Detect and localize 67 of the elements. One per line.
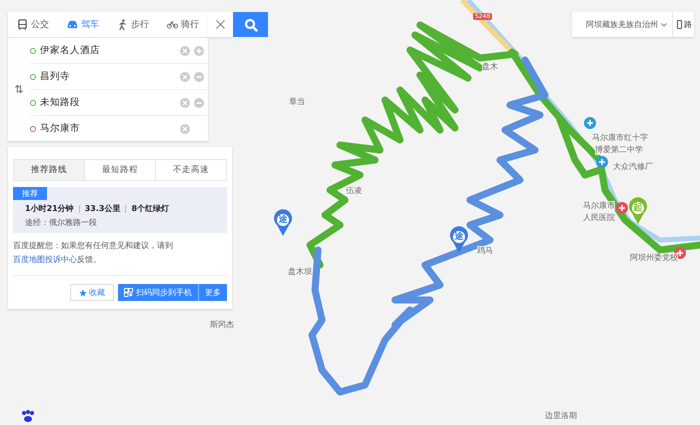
close-icon[interactable] [216, 20, 225, 29]
place-label: 斯冈杰 [210, 320, 234, 330]
swap-button[interactable]: ⇅ [8, 83, 30, 96]
route-duration: 1小时21分钟 [25, 203, 74, 214]
add-stop-icon[interactable] [194, 46, 204, 56]
route-card[interactable]: 推荐 1小时21分钟 33.3公里 8个红绿灯 途经：俄尔雅路一段 [13, 187, 227, 233]
stop-dot-icon [30, 74, 36, 80]
transport-tab[interactable]: 骑行 [158, 12, 208, 37]
route-distance: 33.3公里 [84, 203, 120, 214]
star-icon [79, 288, 87, 296]
poi-icon [616, 202, 628, 214]
remove-stop-icon[interactable] [194, 98, 204, 108]
poi-icon [584, 117, 596, 129]
stop-field[interactable]: 未知路段 [40, 96, 176, 109]
place-label: 马尔康市红十字 [592, 133, 648, 143]
map-pin-icon [450, 226, 468, 253]
map-pin-icon [629, 197, 647, 224]
place-label: 阿坝州委党校 [630, 253, 678, 263]
clear-icon[interactable] [180, 98, 190, 108]
route-tab[interactable]: 推荐路线 [14, 160, 84, 180]
stop-dot-icon [30, 100, 36, 106]
place-label: 盘木 [482, 62, 498, 72]
complaint-center-link[interactable]: 百度地图投诉中心 [13, 255, 77, 264]
stop-dot-icon [30, 48, 36, 54]
bus-icon [17, 19, 28, 30]
place-label: 盘木坝 [288, 267, 312, 277]
place-label: 马尔康市 [583, 201, 615, 211]
bicycle-icon [167, 19, 178, 30]
transport-tab[interactable]: 步行 [108, 12, 158, 37]
qr-code-icon [124, 288, 133, 297]
sync-to-phone-button[interactable]: 扫码同步到手机 [118, 284, 198, 301]
traffic-button[interactable]: 路 [673, 12, 694, 37]
map-pin-label: 途 [278, 214, 288, 226]
map-pin-label: 途 [454, 231, 464, 243]
recommend-badge: 推荐 [13, 187, 47, 200]
route-via: 途经：俄尔雅路一段 [24, 217, 98, 228]
traffic-light-count: 8个红绿灯 [131, 203, 170, 214]
car-icon [67, 19, 78, 30]
search-icon [244, 18, 258, 32]
stop-field[interactable]: 马尔康市 [40, 122, 176, 135]
more-button[interactable]: 更多 [198, 284, 227, 301]
place-label: 人民医院 [583, 213, 615, 223]
walking-person-icon [117, 19, 128, 30]
paw-logo-icon [20, 410, 36, 422]
feedback-notice: 百度提醒您：如果您有任何意见和建议，请到 百度地图投诉中心反馈。 [13, 239, 227, 276]
clear-icon[interactable] [180, 46, 190, 56]
remove-stop-icon[interactable] [194, 72, 204, 82]
favorite-button[interactable]: 收藏 [70, 284, 114, 301]
place-label: 边里洛期 [545, 411, 577, 421]
stop-dot-icon [30, 126, 36, 132]
clear-icon[interactable] [180, 72, 190, 82]
map-pin-label: 起 [633, 202, 643, 214]
map-pin-icon [274, 209, 292, 236]
transport-tab[interactable]: 公交 [8, 12, 58, 37]
place-label: 大众汽修厂 [613, 162, 653, 172]
transport-tab[interactable]: 驾车 [58, 12, 108, 37]
chevron-down-icon [661, 22, 667, 26]
stop-field[interactable]: 伊家名人酒店 [40, 44, 176, 57]
place-label: 鸡马 [477, 246, 493, 256]
stop-field[interactable]: 昌列寺 [40, 70, 176, 83]
poi-icon [596, 156, 608, 168]
region-dropdown[interactable]: 阿坝藏族羌族自治州 [572, 12, 673, 37]
search-button[interactable] [233, 12, 268, 37]
place-label: 博爱第二中学 [595, 145, 643, 155]
place-label: 章当 [289, 97, 305, 107]
clear-icon[interactable] [180, 124, 190, 134]
place-label: 伍凌 [346, 186, 362, 196]
